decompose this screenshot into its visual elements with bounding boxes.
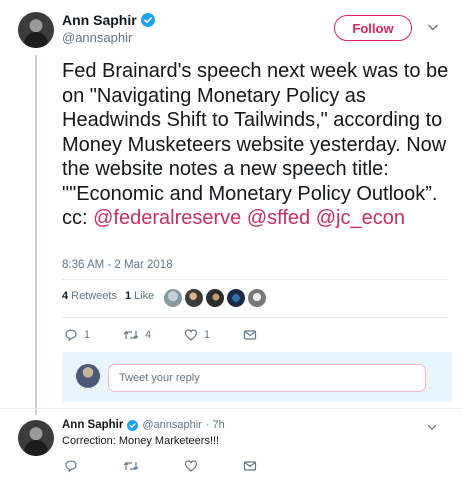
thread-connector-line xyxy=(35,55,37,415)
follow-button[interactable]: Follow xyxy=(334,15,412,41)
reply-author-avatar[interactable] xyxy=(18,420,54,456)
current-user-avatar xyxy=(76,364,100,388)
reply-input[interactable]: Tweet your reply xyxy=(108,364,426,392)
retweets-label[interactable]: Retweets xyxy=(71,290,117,302)
tweet-timestamp[interactable]: 8:36 AM - 2 Mar 2018 xyxy=(62,259,173,271)
like-action[interactable]: 1 xyxy=(184,328,210,342)
liker-avatar[interactable] xyxy=(164,289,182,307)
divider xyxy=(62,317,448,318)
like-count: 1 xyxy=(204,329,211,341)
reply-author-handle[interactable]: @annsaphir xyxy=(142,419,201,431)
reply-count: 1 xyxy=(84,329,91,341)
likes-label[interactable]: Like xyxy=(134,290,154,302)
direct-message-icon xyxy=(243,461,257,471)
direct-message-action[interactable] xyxy=(243,459,257,473)
author-avatar[interactable] xyxy=(18,12,54,48)
tweet-text: Fed Brainard's speech next week was to b… xyxy=(62,59,452,231)
reply-icon xyxy=(65,460,77,473)
retweet-count: 4 xyxy=(145,329,152,341)
chevron-down-icon[interactable] xyxy=(426,421,438,433)
likers-avatars xyxy=(164,289,266,307)
reply-action[interactable]: 1 xyxy=(64,328,90,342)
like-action[interactable] xyxy=(184,459,198,473)
liker-avatar[interactable] xyxy=(227,289,245,307)
tweet-text-body: Fed Brainard's speech next week was to b… xyxy=(62,60,449,229)
divider xyxy=(0,408,462,409)
retweet-action[interactable] xyxy=(123,459,139,473)
likes-count[interactable]: 1 xyxy=(125,290,131,302)
divider xyxy=(62,279,448,280)
reply-author-name[interactable]: Ann Saphir xyxy=(62,419,123,431)
reply-tweet-text: Correction: Money Marketeers!!! xyxy=(62,435,220,447)
chevron-down-icon[interactable] xyxy=(426,20,440,34)
reply-action[interactable] xyxy=(64,459,78,473)
retweet-action[interactable]: 4 xyxy=(123,328,151,342)
author-handle[interactable]: @annsaphir xyxy=(62,30,132,45)
author-name[interactable]: Ann Saphir xyxy=(62,12,155,28)
liker-avatar[interactable] xyxy=(248,289,266,307)
reply-composer: Tweet your reply xyxy=(62,352,452,402)
verified-badge-icon xyxy=(127,419,139,431)
retweet-icon xyxy=(123,462,139,470)
liker-avatar[interactable] xyxy=(185,289,203,307)
reply-icon xyxy=(65,329,77,342)
tweet-stats: 4 Retweets 1 Like xyxy=(62,290,154,302)
heart-icon xyxy=(184,460,198,472)
retweet-icon xyxy=(123,331,139,339)
liker-avatar[interactable] xyxy=(206,289,224,307)
retweets-count[interactable]: 4 xyxy=(62,290,68,302)
mention-link[interactable]: @federalreserve xyxy=(93,207,241,229)
reply-tweet-header: Ann Saphir @annsaphir · 7h xyxy=(62,419,225,431)
mention-link[interactable]: @jc_econ xyxy=(316,207,405,229)
mention-link[interactable]: @sffed xyxy=(247,207,310,229)
author-name-text[interactable]: Ann Saphir xyxy=(62,12,137,28)
direct-message-icon xyxy=(243,330,257,340)
direct-message-action[interactable] xyxy=(243,328,257,342)
verified-badge-icon xyxy=(140,13,155,27)
reply-tweet-age[interactable]: · 7h xyxy=(206,419,225,431)
heart-icon xyxy=(184,329,198,341)
